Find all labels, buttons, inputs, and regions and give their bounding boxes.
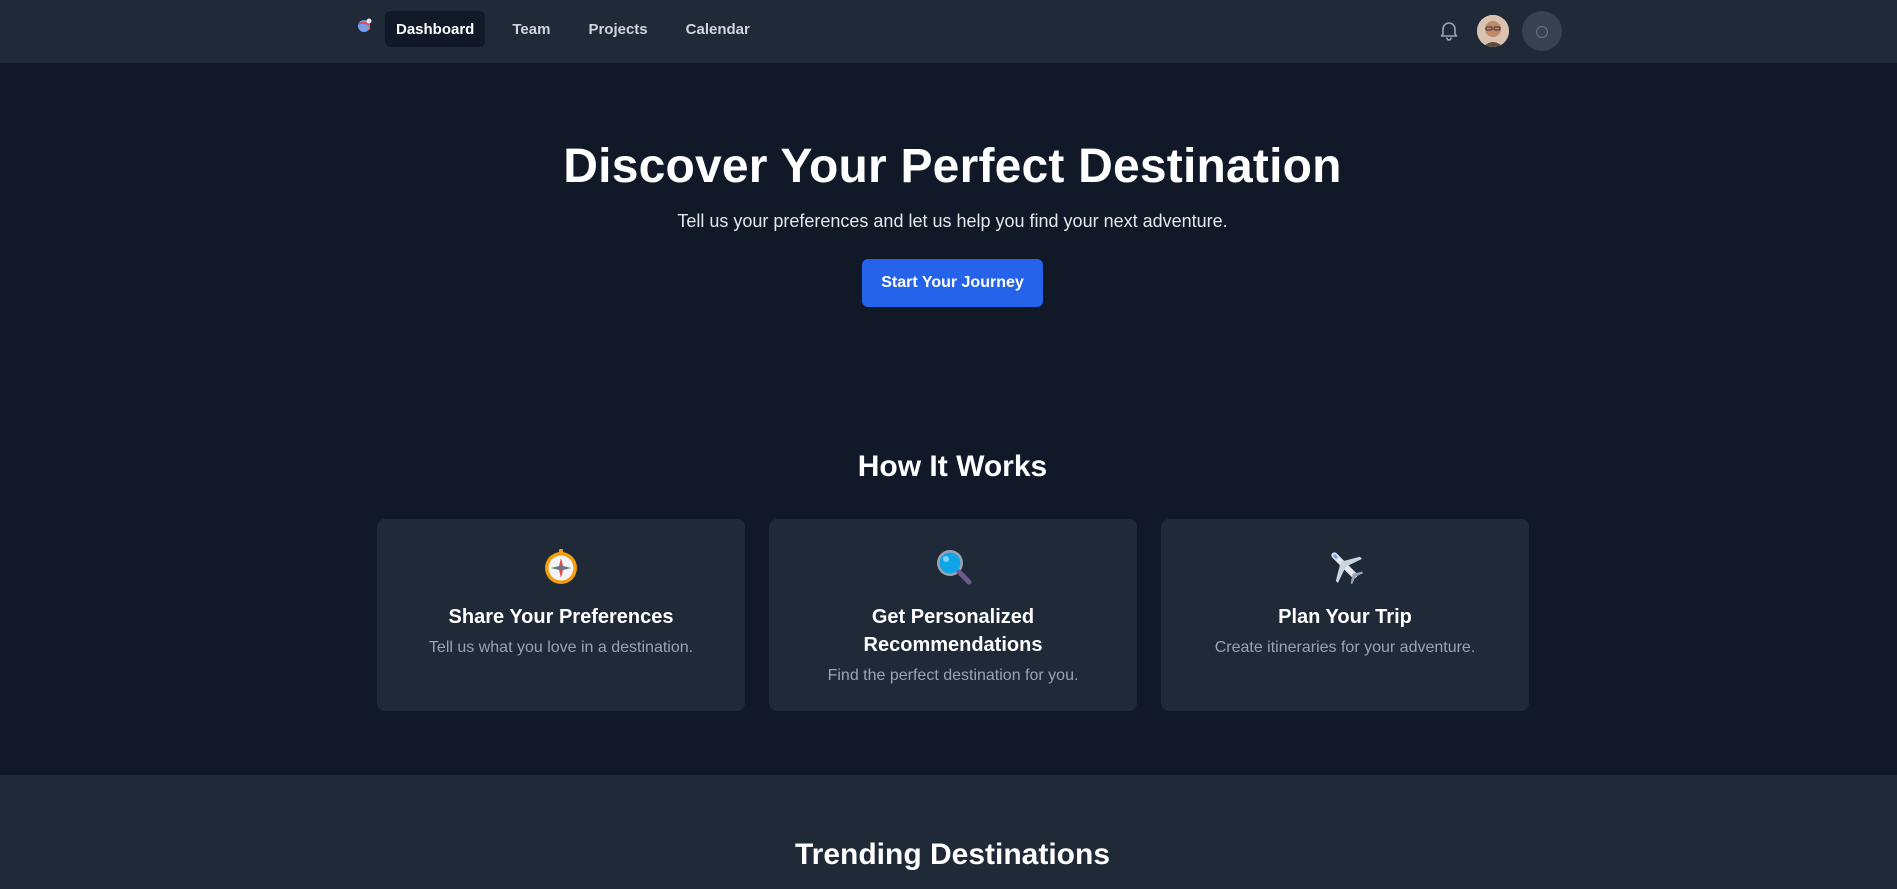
hero-title: Discover Your Perfect Destination [563,140,1342,193]
trending-section: Trending Destinations [0,775,1897,889]
user-avatar[interactable] [1477,15,1509,47]
step-title: Get Personalized Recommendations [863,606,1043,656]
theme-toggle-button[interactable] [1522,11,1562,51]
avatar-portrait-icon [1477,15,1509,47]
step-description: Tell us what you love in a destination. [428,639,694,656]
step-description: Find the perfect destination for you. [827,667,1079,684]
step-card-preferences: Share Your Preferences Tell us what you … [377,519,745,711]
nav-link-projects[interactable]: Projects [577,11,658,47]
start-journey-button[interactable]: Start Your Journey [862,259,1043,307]
nav-link-calendar[interactable]: Calendar [675,11,761,47]
step-description: Create itineraries for your adventure. [1214,639,1476,656]
step-card-plan-trip: Plan Your Trip Create itineraries for yo… [1161,519,1529,711]
bell-icon[interactable] [1437,18,1461,42]
step-card-recommendations: Get Personalized Recommendations Find th… [769,519,1137,711]
airplane-icon [1331,552,1364,585]
nav-link-team[interactable]: Team [501,11,561,47]
hero-subtitle: Tell us your preferences and let us help… [677,211,1228,231]
how-it-works-heading: How It Works [857,450,1048,483]
trending-heading: Trending Destinations [794,838,1111,871]
nav-link-dashboard[interactable]: Dashboard [385,11,486,47]
step-title: Share Your Preferences [448,606,674,628]
compass-icon [545,549,577,584]
nav-links: Dashboard Team Projects Calendar [385,11,771,47]
step-title: Plan Your Trip [1278,606,1412,628]
magnifying-glass-icon [937,550,972,585]
globe-logo-icon[interactable] [355,16,375,36]
theme-toggle-icon [1536,26,1548,38]
top-navbar: Dashboard Team Projects Calendar [0,0,1897,63]
